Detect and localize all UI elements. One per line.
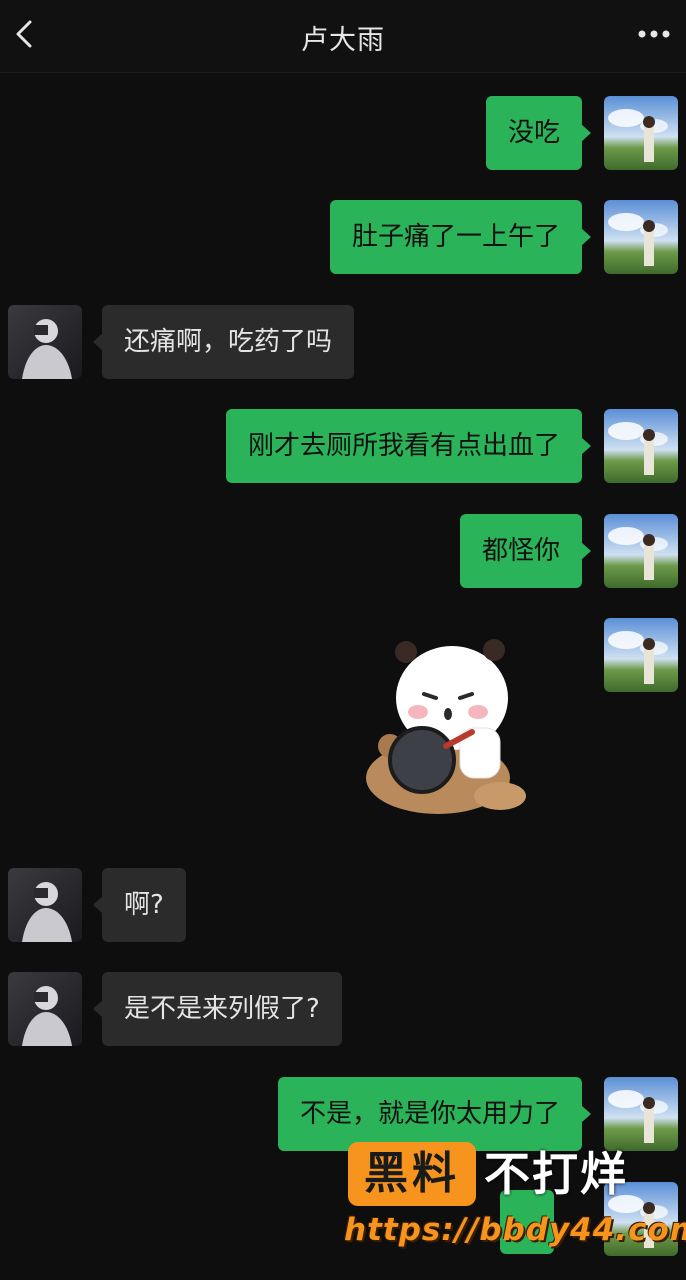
watermark-badge: 黑料 — [348, 1142, 476, 1206]
chat-title: 卢大雨 — [301, 25, 385, 56]
more-dots-icon[interactable] — [636, 28, 672, 40]
avatar[interactable] — [604, 200, 678, 274]
avatar[interactable] — [604, 618, 678, 692]
avatar[interactable] — [8, 972, 82, 1046]
watermark-url: https://bbdy44.com — [344, 1212, 686, 1248]
avatar[interactable] — [604, 409, 678, 483]
avatar[interactable] — [8, 868, 82, 942]
message-bubble[interactable]: 是不是来列假了? — [93, 972, 342, 1046]
message-bubble[interactable]: 肚子痛了一上午了 — [329, 200, 592, 274]
message-bubble[interactable]: 都怪你 — [459, 514, 592, 588]
avatar[interactable] — [8, 305, 82, 379]
avatar[interactable] — [604, 96, 678, 170]
top-bar: 卢大雨 — [0, 0, 686, 73]
watermark-text: 不打烊 — [484, 1147, 628, 1201]
watermark: 黑料 不打烊 https://bbdy44.com — [344, 1140, 686, 1270]
message-bubble[interactable]: 还痛啊，吃药了吗 — [92, 305, 355, 379]
message-bubble[interactable]: 没吃 — [485, 96, 592, 170]
message-bubble[interactable]: 刚才去厕所我看有点出血了 — [225, 409, 592, 483]
avatar[interactable] — [604, 514, 678, 588]
sticker-image[interactable] — [360, 628, 530, 828]
message-bubble[interactable]: 啊? — [93, 868, 186, 942]
